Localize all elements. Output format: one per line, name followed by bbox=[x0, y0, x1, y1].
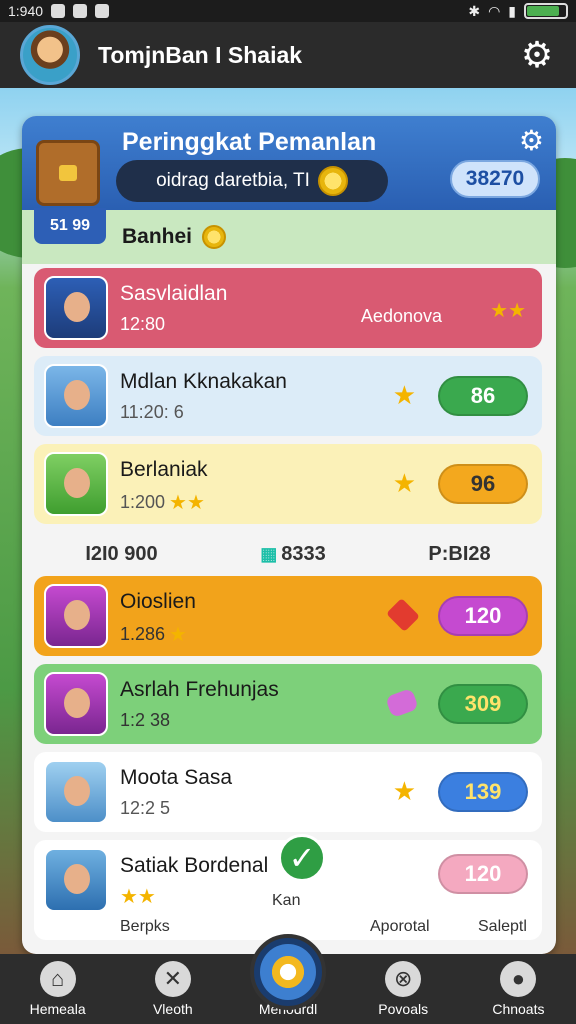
stars-icon: ★★ bbox=[120, 886, 156, 908]
settings-gear-icon[interactable]: ⚙ bbox=[518, 36, 556, 74]
player-row[interactable]: Asrlah Frehunjas 1:2 38 309 bbox=[34, 664, 542, 744]
player-name: Berlaniak bbox=[120, 458, 208, 481]
stars-icon: ★★ bbox=[490, 300, 526, 322]
app-header: TomjnBan I Shaiak ⚙ bbox=[0, 22, 576, 88]
nav-home[interactable]: ⌂ Hemeala bbox=[0, 954, 115, 1024]
section-row: 51 99 Banhei bbox=[22, 208, 556, 264]
search-text: oidrag daretbia, TI bbox=[156, 170, 310, 191]
summary-left: I2I0 900 bbox=[85, 542, 158, 565]
user-icon: ● bbox=[500, 961, 537, 997]
summary-right: P:BI28 bbox=[428, 542, 491, 565]
player-avatar bbox=[44, 672, 108, 736]
player-meta: 1.286 ★ bbox=[120, 624, 187, 646]
player-row[interactable]: Berlaniak 1:200 ★★ ★ 96 bbox=[34, 444, 542, 524]
aporotal-label: Aporotal bbox=[370, 918, 430, 935]
coin-icon bbox=[202, 225, 227, 249]
app-title: TomjnBan I Shaiak bbox=[98, 41, 303, 68]
kan-label: Kan bbox=[272, 892, 301, 909]
rank-badge: 51 99 bbox=[34, 208, 106, 244]
player-name: Mdlan Kknakakan bbox=[120, 370, 287, 393]
nav-user[interactable]: ● Chnoats bbox=[461, 954, 576, 1024]
wifi-icon: ◠ bbox=[488, 2, 501, 19]
player-avatar bbox=[44, 848, 108, 912]
panel-settings-icon[interactable]: ⚙ bbox=[519, 124, 544, 157]
treasure-chest-icon bbox=[36, 140, 100, 206]
total-score: 38270 bbox=[450, 160, 540, 198]
bluetooth-icon: ✱ bbox=[468, 2, 481, 19]
home-icon: ⌂ bbox=[39, 961, 76, 997]
check-icon[interactable]: ✓ bbox=[278, 834, 326, 882]
pink-gem-icon bbox=[385, 687, 419, 719]
star-icon: ★ bbox=[392, 468, 416, 498]
target-icon bbox=[260, 944, 316, 1000]
signal-icon: ▮ bbox=[508, 2, 516, 19]
nav-crossed[interactable]: ⊗ Povoals bbox=[346, 954, 461, 1024]
player-avatar bbox=[44, 364, 108, 428]
berpks-label: Berpks bbox=[120, 918, 170, 935]
player-name: Oioslien bbox=[120, 590, 196, 613]
star-icon: ★ bbox=[392, 380, 416, 410]
player-row[interactable]: Sasvlaidlan 12:80 Aedonova ★★ bbox=[34, 268, 542, 348]
leaderboard-panel: Peringgkat Pemanlan ⚙ oidrag daretbia, T… bbox=[22, 116, 556, 954]
player-name: Asrlah Frehunjas bbox=[120, 678, 279, 701]
search-pill[interactable]: oidrag daretbia, TI bbox=[116, 160, 388, 202]
player-row[interactable]: Mdlan Kknakakan 11:20: 6 ★ 86 bbox=[34, 356, 542, 436]
player-avatar bbox=[44, 452, 108, 516]
avatar[interactable] bbox=[20, 25, 80, 85]
panel-title: Peringgkat Pemanlan bbox=[122, 128, 377, 156]
player-meta: 1:200 ★★ bbox=[120, 492, 205, 514]
panel-header: Peringgkat Pemanlan ⚙ oidrag daretbia, T… bbox=[22, 116, 556, 210]
tools-icon: ✕ bbox=[154, 961, 191, 997]
player-row[interactable]: Oioslien 1.286 ★ 120 bbox=[34, 576, 542, 656]
player-meta: 1:2 38 bbox=[120, 710, 171, 730]
player-avatar bbox=[44, 276, 108, 340]
player-name: Moota Sasa bbox=[120, 766, 233, 789]
nav-tools[interactable]: ✕ Vleoth bbox=[115, 954, 230, 1024]
nav-label: Chnoats bbox=[492, 1001, 545, 1017]
player-name: Sasvlaidlan bbox=[120, 282, 228, 305]
app-icon bbox=[73, 4, 88, 18]
nav-center-button[interactable] bbox=[250, 934, 326, 1010]
coin-icon bbox=[317, 166, 348, 196]
nav-label: Vleoth bbox=[152, 1001, 193, 1017]
player-avatar bbox=[44, 584, 108, 648]
status-time: 1:940 bbox=[8, 3, 44, 19]
summary-mid-wrap: ▦ 8333 bbox=[260, 542, 326, 565]
player-tag: Aedonova bbox=[360, 306, 442, 326]
player-points: 120 bbox=[438, 596, 528, 636]
summary-row: I2I0 900 ▦ 8333 P:BI28 bbox=[34, 532, 542, 576]
crossed-icon: ⊗ bbox=[385, 961, 422, 997]
ruby-icon bbox=[386, 598, 420, 632]
player-points: 86 bbox=[438, 376, 528, 416]
star-icon: ★ bbox=[392, 776, 416, 806]
status-bar: 1:940 ✱ ◠ ▮ bbox=[0, 0, 576, 22]
notification-icon bbox=[51, 4, 66, 18]
player-meta: 11:20: 6 bbox=[120, 402, 184, 422]
player-row[interactable]: Satiak Bordenal ✓ Kan Berpks Aporotal Sa… bbox=[34, 834, 542, 940]
player-points: 139 bbox=[438, 772, 528, 812]
player-points: 120 bbox=[438, 854, 528, 894]
nav-label: Hemeala bbox=[29, 1001, 86, 1017]
player-points: 96 bbox=[438, 464, 528, 504]
player-avatar bbox=[44, 760, 108, 824]
section-label: Banhei bbox=[122, 225, 193, 248]
salepitl-label: Saleptl bbox=[478, 918, 527, 935]
player-row[interactable]: Moota Sasa 12:2 5 ★ 139 bbox=[34, 752, 542, 832]
app-icon-2 bbox=[95, 4, 110, 18]
nav-label: Povoals bbox=[378, 1001, 429, 1017]
player-name: Satiak Bordenal bbox=[120, 854, 269, 877]
player-meta: 12:2 5 bbox=[120, 798, 171, 818]
battery-icon bbox=[524, 3, 568, 19]
player-points: 309 bbox=[438, 684, 528, 724]
player-meta: 12:80 bbox=[120, 314, 166, 334]
